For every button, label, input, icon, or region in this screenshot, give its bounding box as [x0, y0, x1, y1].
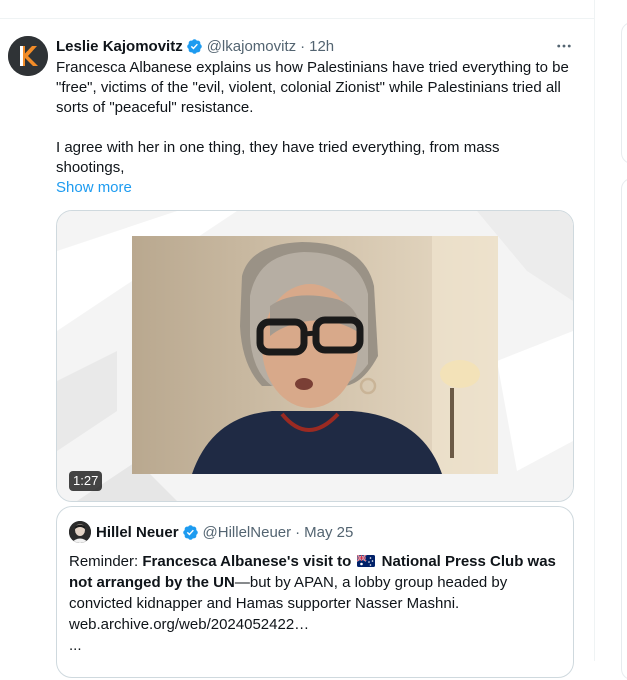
australia-flag-icon — [357, 552, 376, 567]
timestamp[interactable]: 12h — [309, 38, 334, 55]
video-thumbnail — [132, 236, 498, 474]
sidebar-card — [621, 22, 627, 164]
quoted-author-handle: @HillelNeuer — [202, 523, 292, 541]
more-horizontal-icon[interactable] — [554, 36, 574, 56]
sidebar-card — [621, 178, 627, 680]
author-handle[interactable]: @lkajomovitz — [207, 38, 296, 55]
quoted-author-avatar[interactable] — [69, 521, 91, 543]
quote-reminder: Reminder: — [69, 553, 143, 570]
separator-dot: · — [295, 523, 301, 541]
tweet-paragraph: I agree with her in one thing, they have… — [56, 139, 500, 176]
video-duration-badge: 1:27 — [69, 471, 103, 491]
quoted-timestamp: May 25 — [304, 523, 354, 541]
quote-ellipsis: ... — [69, 637, 82, 654]
separator-dot: · — [300, 37, 306, 55]
tweet-paragraph: Francesca Albanese explains us how Pales… — [56, 59, 569, 116]
quote-link[interactable]: web.archive.org/web/2024052422… — [69, 616, 309, 633]
video-player[interactable]: 1:27 — [56, 210, 574, 502]
author-name[interactable]: Leslie Kajomovitz — [56, 38, 183, 55]
quoted-tweet-text: Reminder: Francesca Albanese's visit to … — [69, 551, 559, 656]
quoted-tweet[interactable]: Hillel Neuer @HillelNeuer · May 25 Remin… — [56, 506, 574, 678]
top-divider — [0, 18, 594, 19]
author-avatar[interactable] — [8, 36, 48, 76]
show-more-link[interactable]: Show more — [56, 178, 132, 198]
verified-badge-icon[interactable] — [186, 38, 203, 55]
quoted-author-name[interactable]: Hillel Neuer — [96, 524, 179, 541]
tweet-header: Leslie Kajomovitz @lkajomovitz · 12h — [56, 36, 334, 56]
column-divider — [594, 0, 595, 661]
tweet-text: Francesca Albanese explains us how Pales… — [56, 58, 572, 178]
verified-badge-icon — [182, 524, 199, 541]
quoted-tweet-header: Hillel Neuer @HillelNeuer · May 25 — [69, 521, 353, 543]
quote-bold-text: Francesca Albanese's visit to — [142, 553, 352, 570]
